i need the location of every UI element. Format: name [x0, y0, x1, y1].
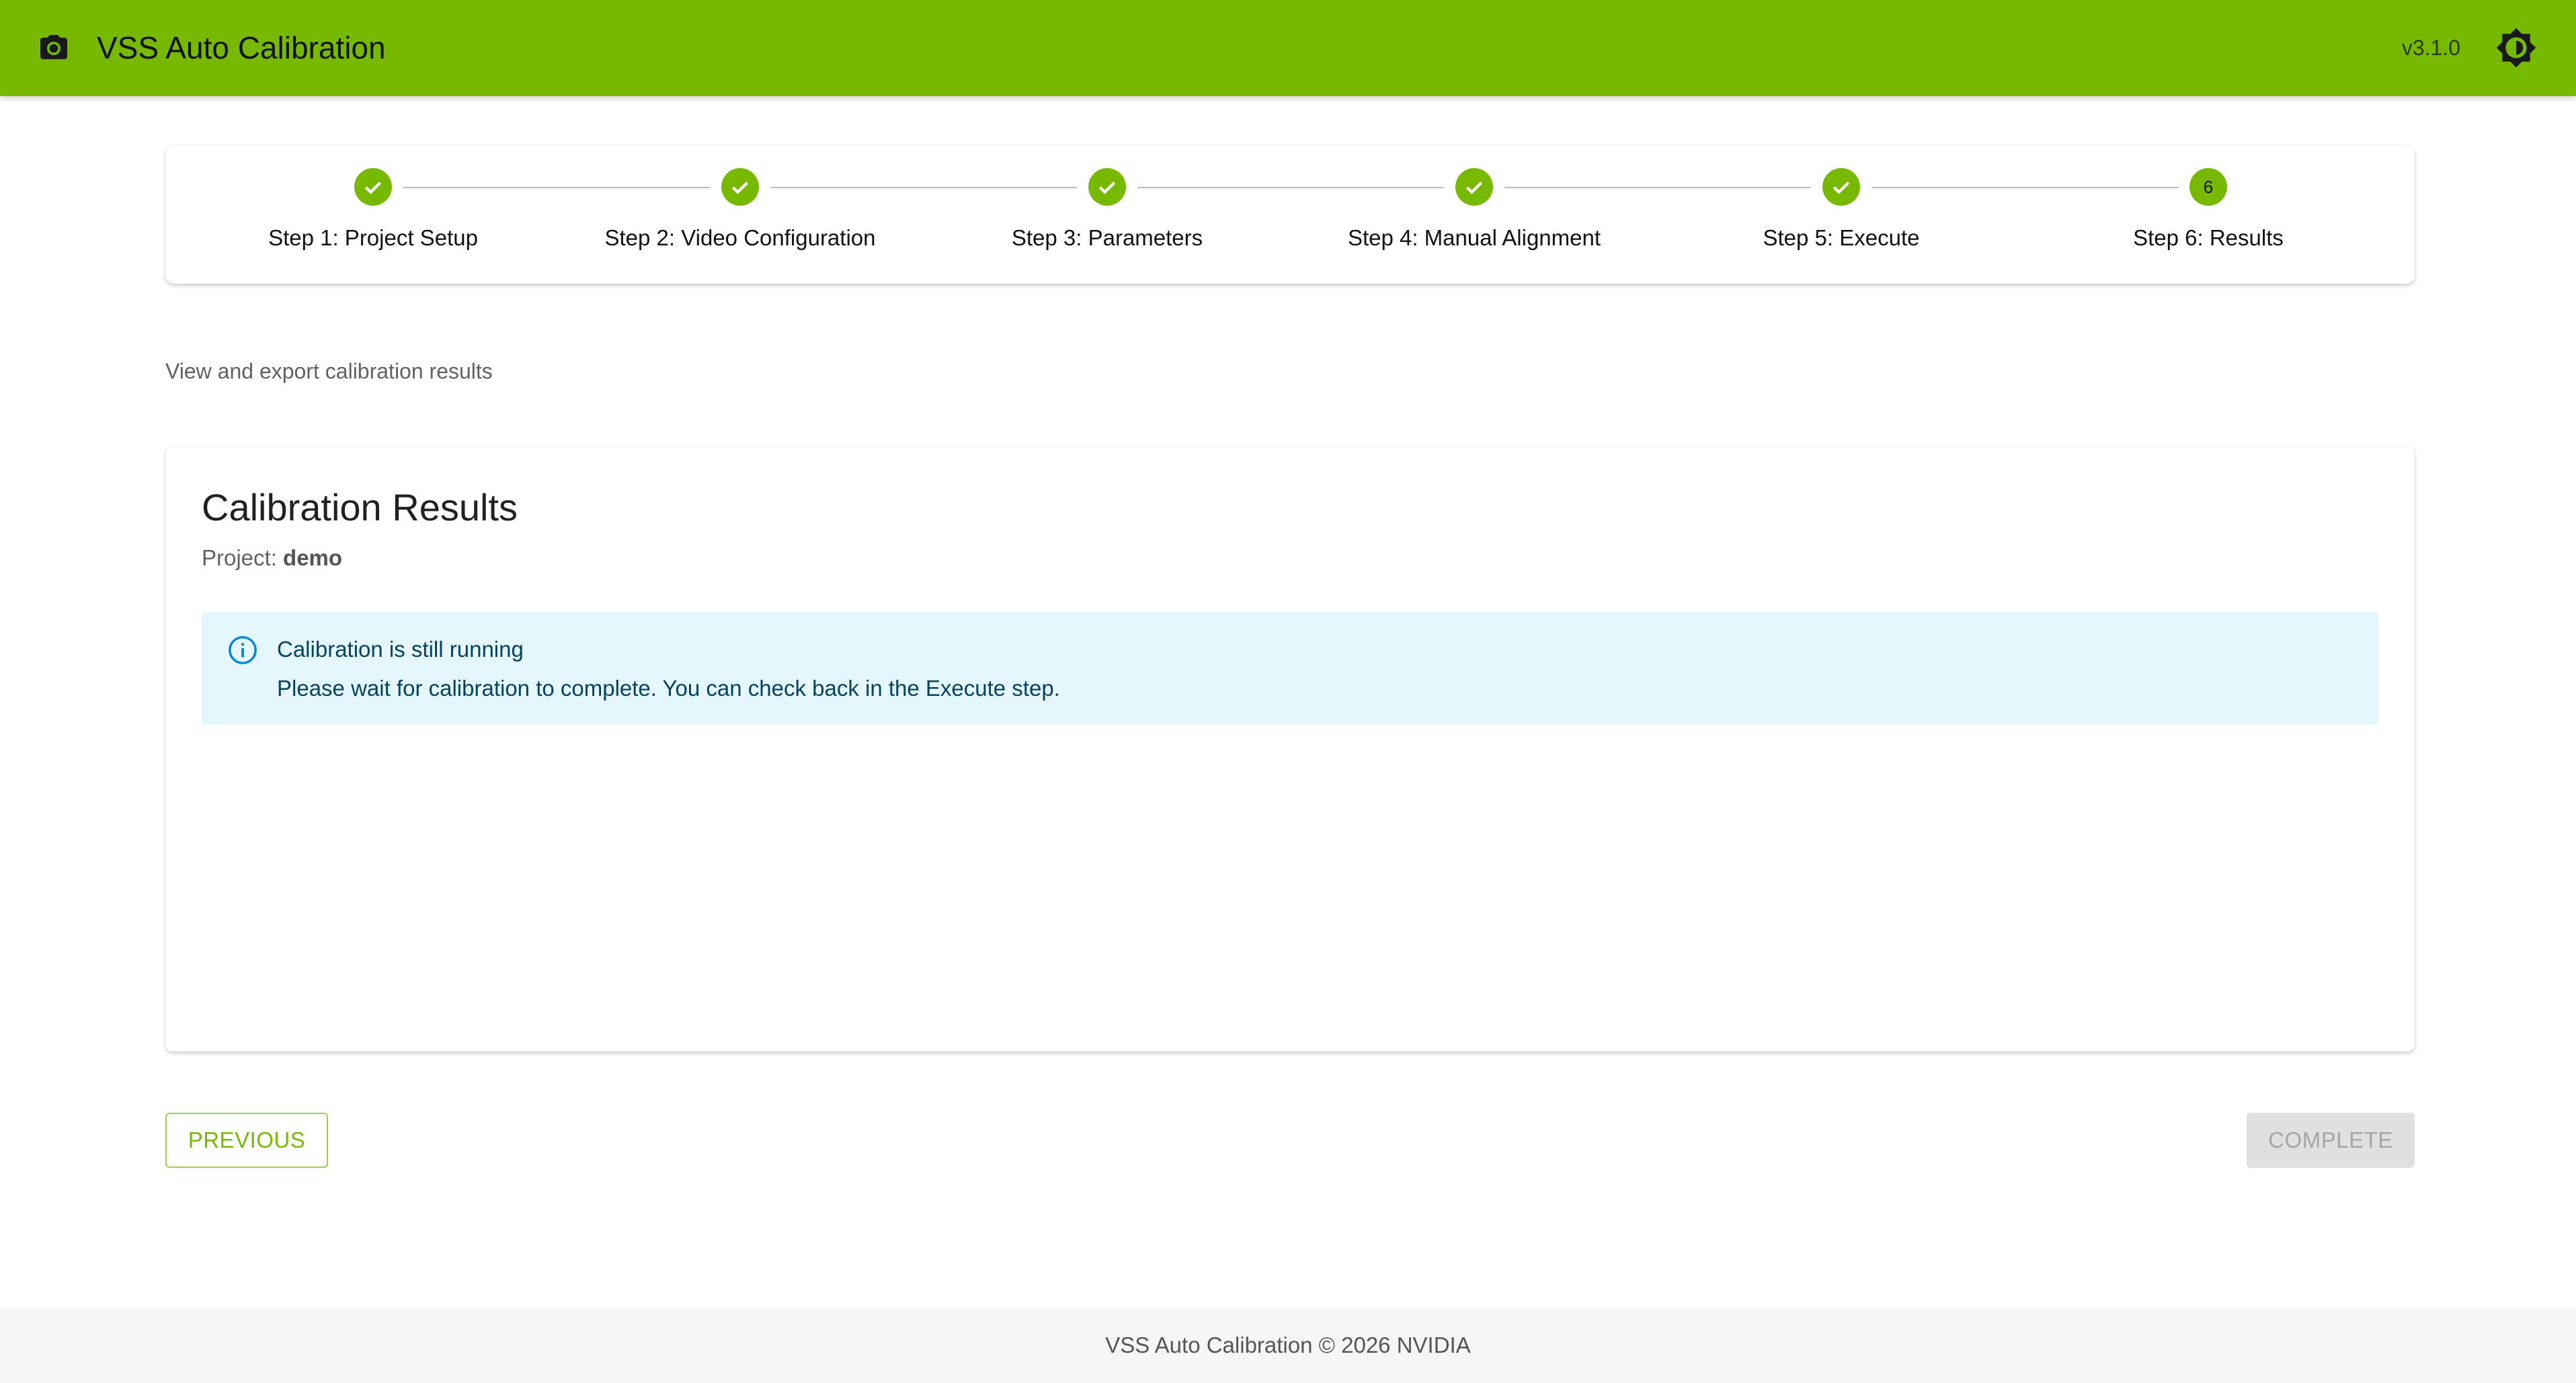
- step-label: Step 5: Execute: [1763, 225, 1920, 250]
- alert-message: Please wait for calibration to complete.…: [277, 676, 1060, 701]
- step-number: 6: [2203, 176, 2214, 197]
- brightness-icon[interactable]: [2495, 27, 2537, 69]
- check-icon: [1088, 168, 1126, 206]
- project-name: demo: [283, 545, 343, 570]
- camera-icon: [40, 35, 67, 59]
- step-results[interactable]: 6 Step 6: Results: [2034, 168, 2383, 251]
- project-line: Project: demo: [202, 545, 342, 571]
- footer-text: VSS Auto Calibration © 2026 NVIDIA: [1105, 1333, 1471, 1357]
- step-video-configuration[interactable]: Step 2: Video Configuration: [565, 168, 915, 251]
- results-card: Calibration Results Project: demo Calibr…: [165, 446, 2415, 1052]
- check-icon: [721, 168, 759, 206]
- step-execute[interactable]: Step 5: Execute: [1666, 168, 2016, 251]
- step-manual-alignment[interactable]: Step 4: Manual Alignment: [1299, 168, 1649, 251]
- progress-stepper: Step 1: Project Setup Step 2: Video Conf…: [165, 145, 2415, 284]
- check-icon: [354, 168, 392, 206]
- step-label: Step 4: Manual Alignment: [1347, 225, 1601, 250]
- alert-title: Calibration is still running: [277, 637, 524, 662]
- app-bar: VSS Auto Calibration v3.1.0: [0, 0, 2576, 96]
- step-parameters[interactable]: Step 3: Parameters: [932, 168, 1282, 251]
- previous-button[interactable]: PREVIOUS: [165, 1113, 328, 1168]
- info-icon: [229, 636, 257, 664]
- check-icon: [1455, 168, 1493, 206]
- step-project-setup[interactable]: Step 1: Project Setup: [198, 168, 548, 251]
- app-title: VSS Auto Calibration: [97, 30, 386, 65]
- complete-button[interactable]: COMPLETE: [2247, 1113, 2415, 1168]
- results-heading: Calibration Results: [202, 486, 518, 528]
- project-label: Project:: [202, 545, 284, 570]
- step-label: Step 3: Parameters: [1011, 225, 1203, 250]
- step-label: Step 2: Video Configuration: [604, 225, 876, 250]
- info-alert: Calibration is still running Please wait…: [202, 612, 2378, 725]
- step-label: Step 6: Results: [2133, 225, 2284, 250]
- version-label: v3.1.0: [2401, 36, 2460, 60]
- check-icon: [1822, 168, 1860, 206]
- step-number-badge: 6: [2189, 168, 2227, 206]
- footer: VSS Auto Calibration © 2026 NVIDIA: [0, 1308, 2576, 1383]
- page-subtitle: View and export calibration results: [165, 359, 493, 383]
- step-label: Step 1: Project Setup: [268, 225, 478, 250]
